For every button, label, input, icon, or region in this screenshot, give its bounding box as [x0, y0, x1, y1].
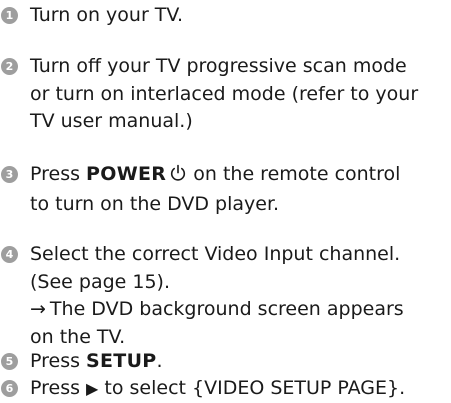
step-line: Press SETUP.	[30, 348, 449, 376]
step-text: Select the correct Video Input channel. …	[30, 241, 449, 351]
button-name: SETUP	[86, 350, 157, 372]
step-text: Press ▶ to select {VIDEO SETUP PAGE}.	[30, 375, 449, 403]
step-line: Select the correct Video Input channel.	[30, 243, 401, 265]
step-number-badge: 5	[1, 353, 18, 370]
step-number-badge: 4	[1, 246, 18, 263]
step-suffix: to select {VIDEO SETUP PAGE}.	[98, 377, 406, 399]
step-line: Press POWER on the remote control	[30, 161, 449, 191]
step-prefix: Press	[30, 163, 87, 185]
step-line: (See page 15).	[30, 270, 171, 293]
step-line: to turn on the DVD player.	[30, 192, 280, 215]
step-text: Turn off your TV progressive scan mode o…	[30, 53, 449, 136]
step-line: → The DVD background screen appears	[30, 296, 449, 324]
step-number-badge: 6	[1, 380, 18, 397]
step-number-badge: 3	[1, 166, 18, 183]
step-prefix: Press	[30, 350, 87, 372]
step-text: Press SETUP.	[30, 348, 449, 376]
right-triangle-icon: ▶	[86, 379, 99, 398]
step-line: on the TV.	[30, 325, 126, 348]
step-result: The DVD background screen appears	[49, 298, 404, 320]
step-suffix: on the remote control	[187, 163, 401, 185]
step-line: TV user manual.)	[30, 110, 193, 132]
button-name: POWER	[86, 163, 167, 185]
step-suffix: .	[156, 350, 163, 372]
step-number-badge: 1	[1, 7, 18, 24]
step-prefix: Press	[30, 377, 87, 399]
step-line: Turn on your TV.	[30, 4, 183, 26]
power-icon	[169, 163, 187, 191]
step-line: Turn off your TV progressive scan mode	[30, 55, 407, 77]
step-text: Press POWER on the remote control to tur…	[30, 161, 449, 218]
step-line: Press ▶ to select {VIDEO SETUP PAGE}.	[30, 375, 449, 403]
step-number-badge: 2	[1, 58, 18, 75]
step-text: Turn on your TV.	[30, 2, 449, 30]
result-arrow-icon: →	[30, 298, 46, 320]
step-line: or turn on interlaced mode (refer to you…	[30, 82, 419, 105]
